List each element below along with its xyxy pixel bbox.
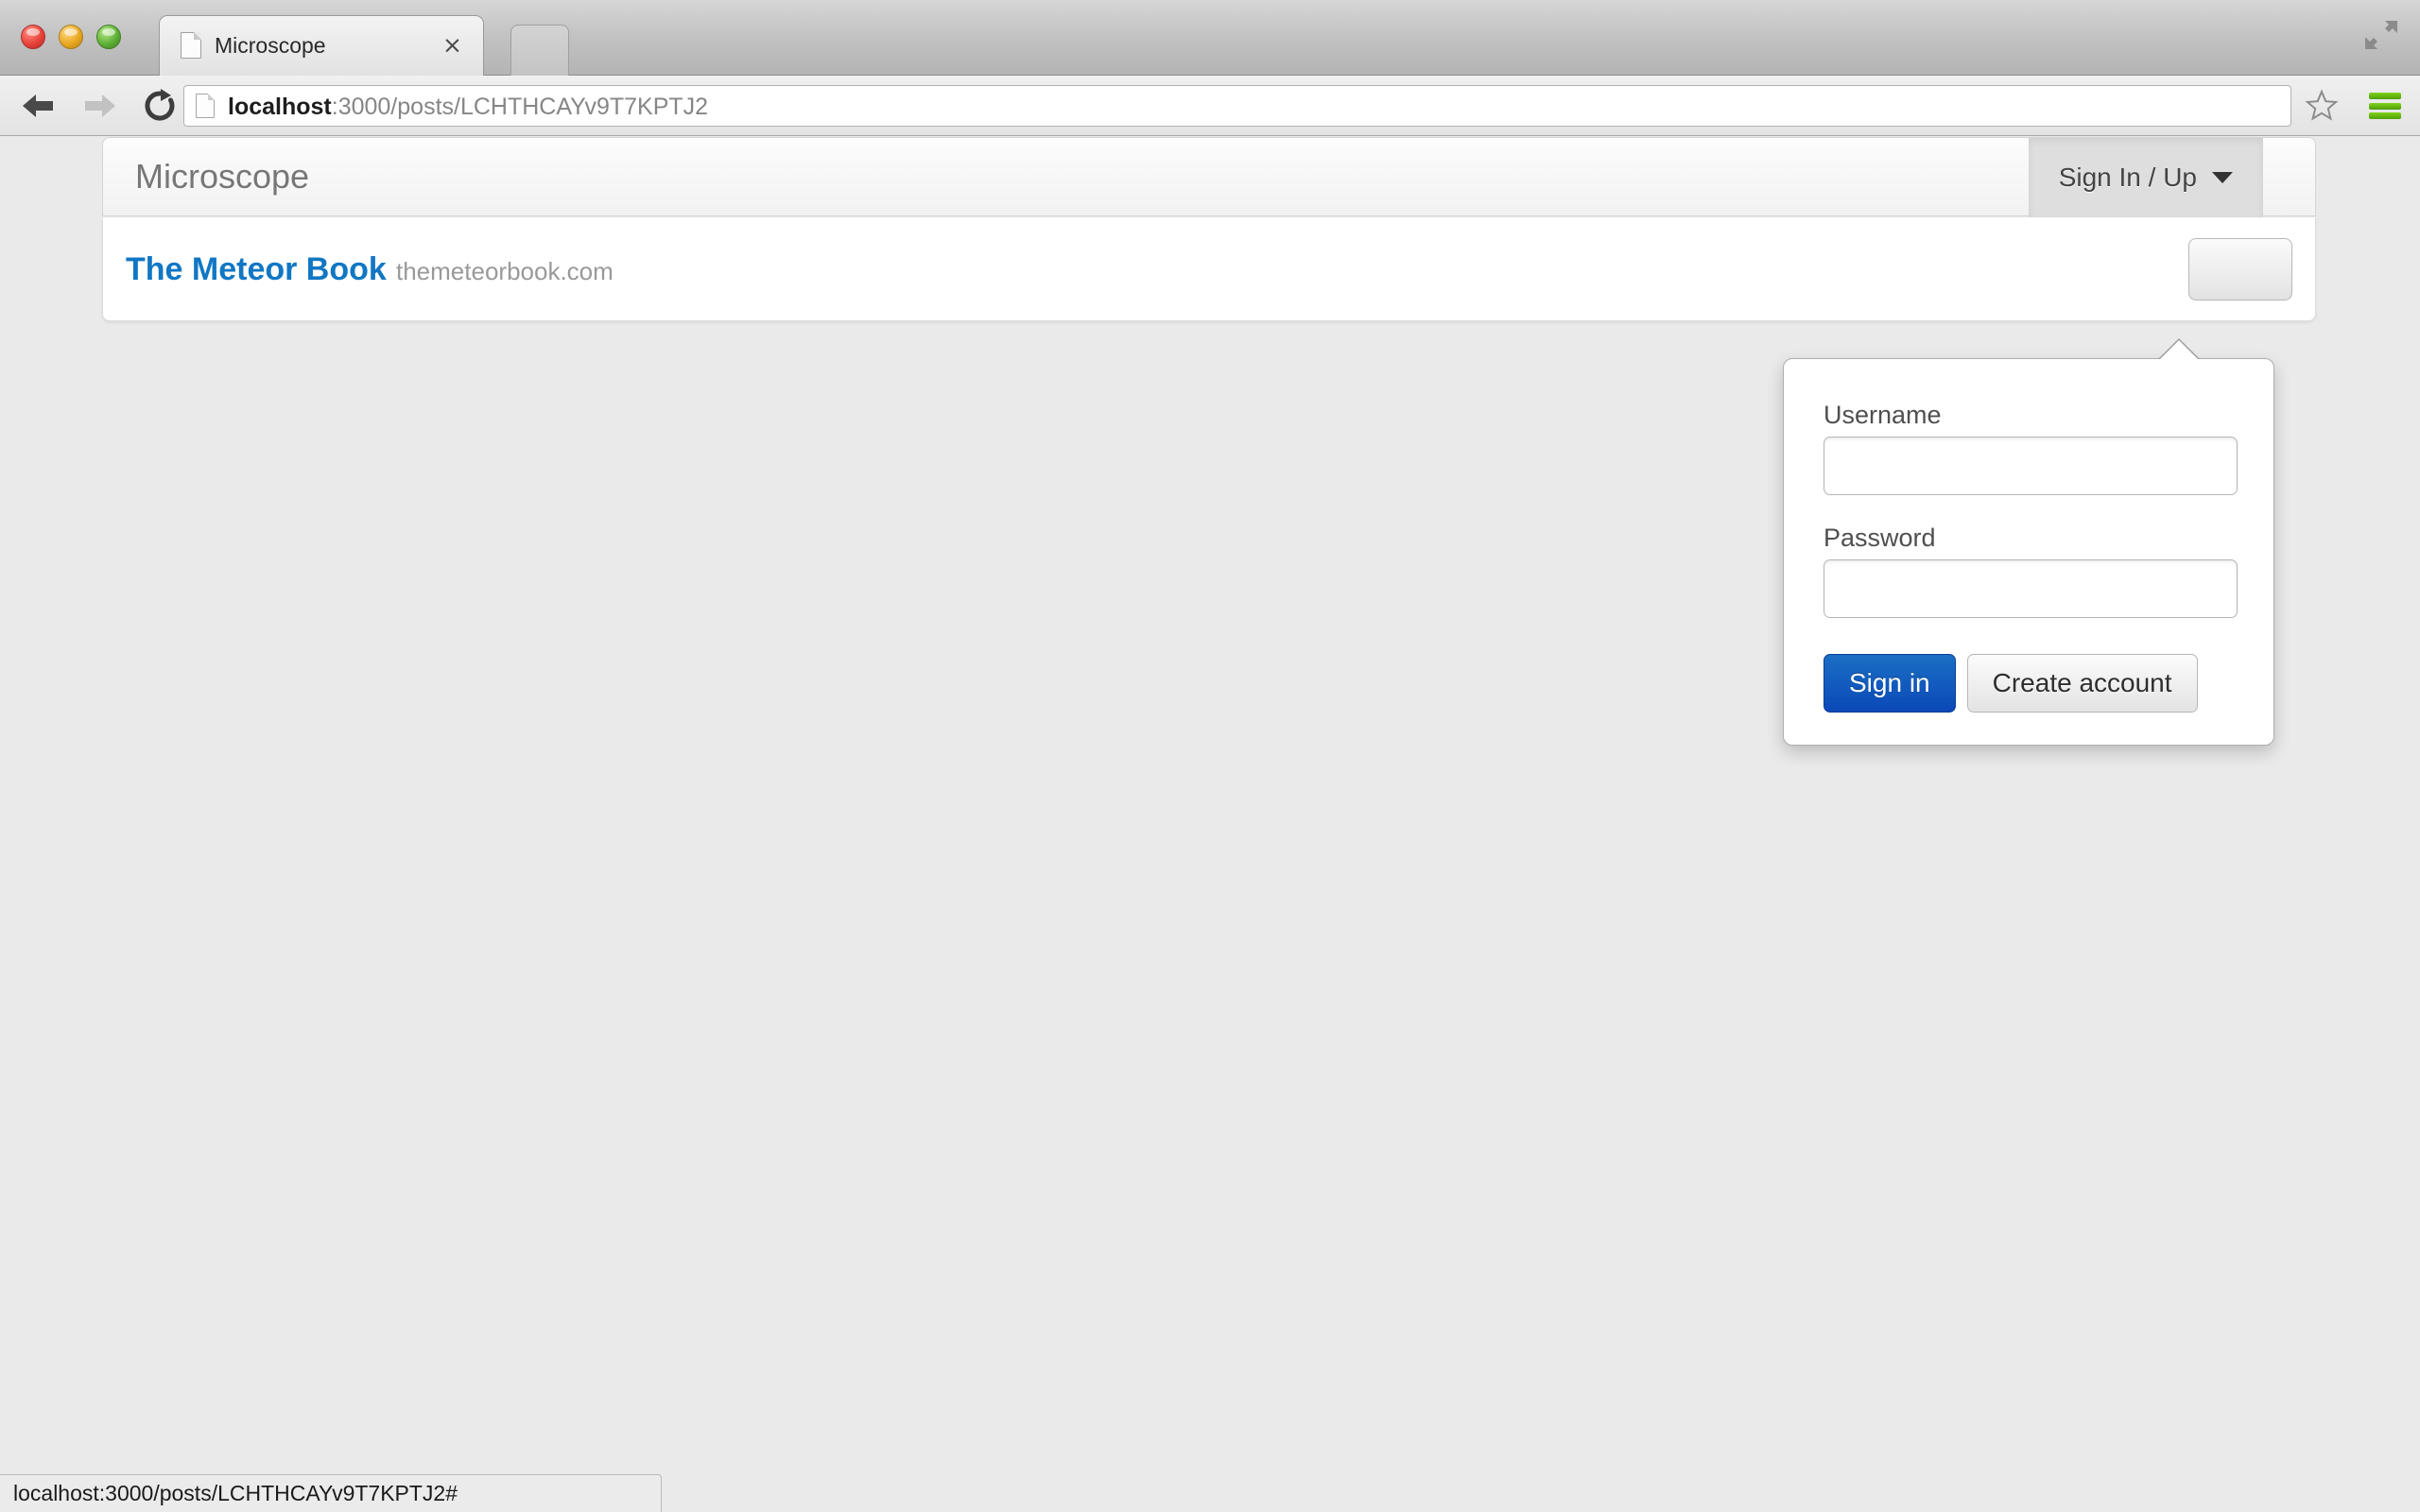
username-input[interactable] [1824,437,2238,495]
address-bar-path: :3000/posts/LCHTHCAYv9T7KPTJ2 [331,94,709,120]
create-account-button[interactable]: Create account [1966,654,2198,713]
post-item: The Meteor Book themeteorbook.com [102,217,2316,321]
browser-toolbar: localhost:3000/posts/LCHTHCAYv9T7KPTJ2 [0,76,2420,136]
fullscreen-arrows-icon[interactable] [2360,13,2403,57]
browser-window: Microscope × localhost:3000/posts/LCHTHC… [0,0,2420,1512]
address-bar-url: localhost:3000/posts/LCHTHCAYv9T7KPTJ2 [228,93,708,121]
browser-titlebar: Microscope × [0,0,2420,76]
forward-arrow-icon [78,87,121,125]
username-label: Username [1824,401,1942,429]
reload-icon[interactable] [138,87,182,125]
page-viewport: Microscope Sign In / Up The Meteor Book … [0,137,2420,1512]
menu-line [2369,112,2401,119]
close-icon[interactable]: × [442,33,462,58]
sign-in-up-dropdown-button[interactable]: Sign In / Up [2028,138,2263,217]
new-tab-button[interactable] [510,25,569,76]
signin-panel-actions: Sign in Create account [1824,654,2198,713]
window-traffic-lights [21,25,121,49]
password-label: Password [1824,524,1936,552]
menu-line [2369,93,2401,99]
post-domain: themeteorbook.com [396,257,614,285]
back-arrow-icon[interactable] [17,87,60,125]
address-bar-host: localhost [228,94,332,120]
sign-in-up-label: Sign In / Up [2058,163,2197,192]
hamburger-menu-icon[interactable] [2369,93,2401,119]
browser-tab-title: Microscope [215,33,326,58]
menu-line [2369,102,2401,110]
upvote-button[interactable] [2188,238,2292,301]
window-minimize-button[interactable] [59,25,83,49]
browser-tab[interactable]: Microscope × [159,15,484,76]
page-icon [181,32,201,59]
post-title-link[interactable]: The Meteor Book [126,251,387,288]
window-close-button[interactable] [21,25,45,49]
page-icon [196,94,215,118]
address-bar[interactable]: localhost:3000/posts/LCHTHCAYv9T7KPTJ2 [183,85,2291,127]
sign-in-button[interactable]: Sign in [1824,654,1956,713]
chevron-down-icon [2212,172,2233,183]
dropdown-arrow [2159,340,2199,360]
sign-in-dropdown-panel: Username Password Sign in Create account [1783,338,2274,746]
password-input[interactable] [1824,559,2238,618]
window-maximize-button[interactable] [96,25,121,49]
browser-status-bar: localhost:3000/posts/LCHTHCAYv9T7KPTJ2# [0,1474,662,1512]
app-navbar: Microscope Sign In / Up [102,137,2316,217]
bookmark-star-icon[interactable] [2305,89,2339,123]
app-brand[interactable]: Microscope [135,157,309,197]
